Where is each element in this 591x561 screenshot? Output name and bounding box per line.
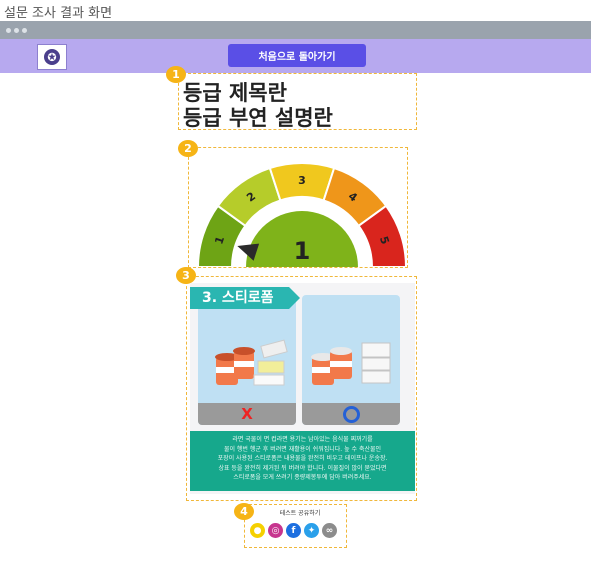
wrong-example-image <box>215 339 288 386</box>
share-label: 테스트 공유하기 <box>279 510 321 517</box>
instagram-icon: ◎ <box>271 525 280 536</box>
facebook-icon: f <box>291 525 296 536</box>
browser-bar <box>0 21 591 39</box>
share-instagram-button[interactable]: ◎ <box>268 523 283 538</box>
right-mark <box>342 405 360 423</box>
info-card: X 3. 스티로폼 라면 국물이 면 컵라면 용기는 남아있는 음식물 찌꺼기를… <box>190 283 415 494</box>
logo[interactable]: ✪ <box>37 44 67 70</box>
window-controls <box>6 28 27 33</box>
share-link-button[interactable]: ∞ <box>322 523 337 538</box>
grade-description: 등급 부연 설명란 <box>183 106 333 130</box>
share-facebook-button[interactable]: f <box>286 523 301 538</box>
wrong-footer: X <box>198 403 296 425</box>
share-buttons: ● ◎ f ✦ ∞ <box>250 523 337 538</box>
info-line: 상표 등을 완전히 제거된 뒤 버려야 합니다. 이물질이 많이 묻었다면 <box>218 464 387 472</box>
right-panel <box>302 295 400 425</box>
wrong-panel: X <box>198 295 296 425</box>
link-icon: ∞ <box>325 525 334 536</box>
section-badge-4: 4 <box>234 503 254 520</box>
kakao-icon: ● <box>253 525 262 536</box>
share-kakao-button[interactable]: ● <box>250 523 265 538</box>
info-line: 스티로폼을 모게 쓰려기 종량제봉투에 담아 버려주세요. <box>233 474 372 481</box>
info-line: 물이 헹번 헹군 후 버려면 재활용이 쉬워집니다. 높 수 축산물인 <box>223 445 382 453</box>
info-text: 라면 국물이 면 컵라면 용기는 남아있는 음식물 찌꺼기를 물이 헹번 헹군 … <box>190 431 415 491</box>
wrong-mark: X <box>241 405 253 423</box>
gauge-value: 1 <box>294 237 311 265</box>
grade-gauge: 123451 <box>196 162 408 267</box>
gauge-segment-label: 3 <box>298 174 306 187</box>
header: ✪ 처음으로 돌아가기 <box>0 39 591 73</box>
logo-icon: ✪ <box>44 49 60 65</box>
info-heading: 3. 스티로폼 <box>190 287 300 309</box>
info-line: 포장이 사용된 스티로폼은 내용물을 완전히 비우고 테이프나 운송장. <box>217 455 388 462</box>
info-line: 라면 국물이 면 컵라면 용기는 남아있는 음식물 찌꺼기를 <box>232 436 373 443</box>
page-title: 설문 조사 결과 화면 <box>4 6 113 21</box>
section-badge-3: 3 <box>176 267 196 284</box>
right-footer <box>302 403 400 425</box>
right-example-image <box>311 342 391 385</box>
share-twitter-button[interactable]: ✦ <box>304 523 319 538</box>
home-button[interactable]: 처음으로 돌아가기 <box>228 44 366 67</box>
twitter-icon: ✦ <box>307 525 316 536</box>
